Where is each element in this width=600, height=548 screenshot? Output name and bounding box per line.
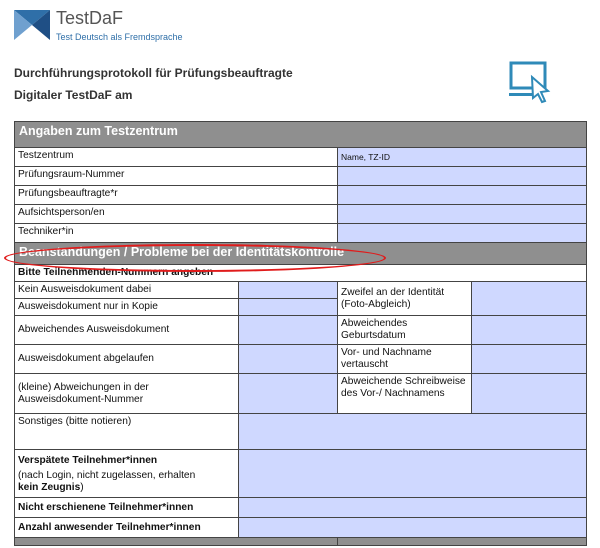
field-pruefungsbeauftragte[interactable] (337, 185, 587, 205)
field-sonstiges[interactable] (238, 413, 587, 450)
label-verspaetete-title: Verspätete Teilnehmer*innen (18, 455, 158, 466)
field-abweichendes-geburtsdatum[interactable] (471, 315, 587, 345)
label-abweichendes-geburtsdatum: Abweichendes Geburtsdatum (337, 315, 472, 345)
section-identitaet-heading: Beanstandungen / Probleme bei der Identi… (14, 242, 587, 265)
label-pruefungsraum: Prüfungsraum-Nummer (14, 166, 338, 186)
label-techniker: Techniker*in (14, 223, 338, 243)
field-name-vertauscht[interactable] (471, 344, 587, 374)
label-abweichung-nummer: (kleine) Abweichungen in der Ausweisdoku… (14, 373, 239, 414)
label-pruefungsbeauftragte: Prüfungsbeauftragte*r (14, 185, 338, 205)
label-aufsichtsperson: Aufsichtsperson/en (14, 204, 338, 224)
label-sonstiges: Sonstiges (bitte notieren) (14, 413, 239, 450)
logo-tagline: Test Deutsch als Fremdsprache (56, 32, 183, 42)
next-section-header-left (14, 537, 338, 546)
section-testzentrum-heading: Angaben zum Testzentrum (14, 121, 587, 148)
field-ausweis-abgelaufen[interactable] (238, 344, 338, 374)
label-kein-ausweis: Kein Ausweisdokument dabei (14, 281, 239, 299)
label-abweichendes-ausweis: Abweichendes Ausweisdokument (14, 315, 239, 345)
field-aufsichtsperson[interactable] (337, 204, 587, 224)
label-anzahl-anwesend: Anzahl anwesender Teilnehmer*innen (14, 517, 239, 538)
instruction-teilnehmer-nummern: Bitte Teilnehmenden-Nummern angeben (14, 264, 587, 282)
label-ausweis-abgelaufen: Ausweisdokument abgelaufen (14, 344, 239, 374)
document-title: Durchführungsprotokoll für Prüfungsbeauf… (14, 66, 293, 80)
testdaf-logo-icon (14, 10, 50, 45)
field-abweichende-schreibweise[interactable] (471, 373, 587, 414)
field-abweichendes-ausweis[interactable] (238, 315, 338, 345)
field-zweifel-identitaet[interactable] (471, 281, 587, 316)
late-note-bold: kein Zeugnis (18, 482, 81, 493)
field-ausweis-kopie[interactable] (238, 298, 338, 316)
field-nicht-erschienen[interactable] (238, 497, 587, 518)
field-kein-ausweis[interactable] (238, 281, 338, 299)
field-pruefungsraum[interactable] (337, 166, 587, 186)
field-abweichung-nummer[interactable] (238, 373, 338, 414)
document-subtitle: Digitaler TestDaF am (14, 88, 133, 102)
label-verspaetete: Verspätete Teilnehmer*innen (nach Login,… (14, 449, 239, 498)
label-verspaetete-note: (nach Login, nicht zugelassen, erhalten k… (18, 470, 235, 494)
field-anzahl-anwesend[interactable] (238, 517, 587, 538)
protocol-table: Angaben zum Testzentrum Testzentrum Name… (14, 121, 587, 546)
late-note-text: (nach Login, nicht zugelassen, erhalten (18, 470, 196, 481)
label-name-vertauscht: Vor- und Nachname vertauscht (337, 344, 472, 374)
label-testzentrum: Testzentrum (14, 147, 338, 167)
label-ausweis-kopie: Ausweisdokument nur in Kopie (14, 298, 239, 316)
label-abweichende-schreibweise: Abweichende Schreibweise des Vor-/ Nachn… (337, 373, 472, 414)
late-note-end: ) (80, 482, 84, 493)
logo-name: TestDaF (56, 8, 124, 28)
computer-cursor-icon (508, 60, 554, 111)
field-verspaetete[interactable] (238, 449, 587, 498)
next-section-header-right (337, 537, 587, 546)
field-techniker[interactable] (337, 223, 587, 243)
field-testzentrum[interactable]: Name, TZ-ID (337, 147, 587, 167)
label-nicht-erschienen: Nicht erschienene Teilnehmer*innen (14, 497, 239, 518)
label-zweifel-identitaet: Zweifel an der Identität (Foto-Abgleich) (337, 281, 472, 316)
